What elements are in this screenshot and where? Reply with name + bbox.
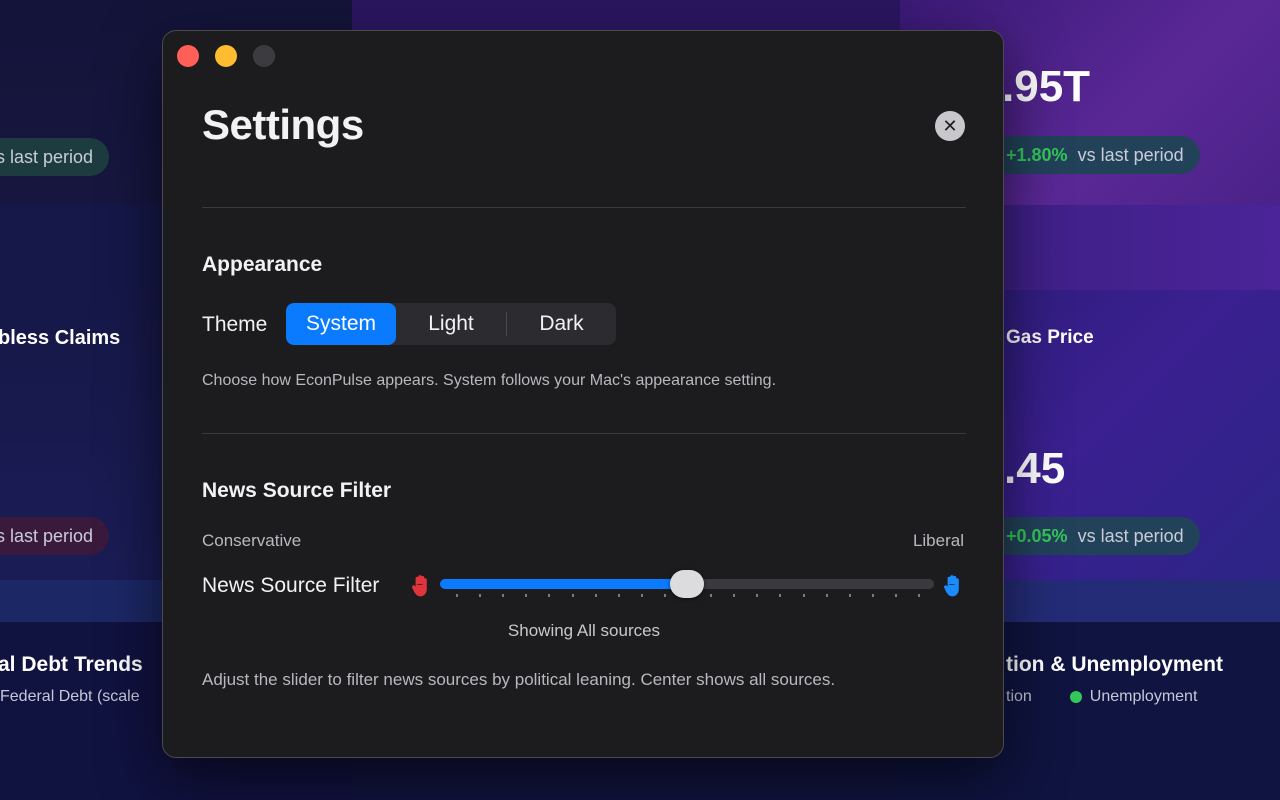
legend-item: tion bbox=[1006, 688, 1032, 705]
metric-value: .95T bbox=[1002, 62, 1091, 111]
change-percent: +1.80% bbox=[1006, 144, 1068, 165]
slider-tick bbox=[571, 594, 574, 597]
card-title: al Debt Trends bbox=[0, 653, 143, 676]
change-pill: +0.05% vs last period bbox=[990, 517, 1200, 555]
divider bbox=[202, 207, 966, 208]
change-pill-text: s last period bbox=[0, 146, 94, 167]
appearance-help-text: Choose how EconPulse appears. System fol… bbox=[202, 372, 777, 389]
legend-dot bbox=[1069, 691, 1082, 703]
window-minimize-button[interactable] bbox=[215, 45, 237, 67]
window-controls bbox=[177, 45, 275, 67]
page-title: Settings bbox=[202, 101, 364, 148]
metric-value: .45 bbox=[1004, 444, 1066, 493]
close-icon: ✕ bbox=[942, 116, 958, 136]
legend-item: Federal Debt (scale bbox=[0, 688, 140, 705]
slider-tick bbox=[502, 594, 505, 597]
slider-tick bbox=[548, 594, 551, 597]
chart-legend: Federal Debt (scale bbox=[0, 688, 140, 706]
close-button[interactable]: ✕ bbox=[935, 111, 965, 141]
card-title: bless Claims bbox=[0, 327, 121, 349]
slider-tick bbox=[825, 594, 828, 597]
slider-tick bbox=[802, 594, 805, 597]
slider-fill bbox=[440, 579, 687, 589]
slider-tick bbox=[848, 594, 851, 597]
slider-tick bbox=[894, 594, 897, 597]
hand-right-icon bbox=[944, 575, 959, 597]
slider-tick bbox=[456, 594, 458, 597]
slider-tick bbox=[733, 594, 736, 597]
slider-tick bbox=[594, 594, 597, 597]
theme-option-system[interactable]: System bbox=[286, 303, 396, 345]
change-pill-text: vs last period bbox=[1077, 144, 1184, 165]
slider-tick bbox=[779, 594, 782, 597]
hand-left-icon bbox=[412, 575, 427, 597]
legend-item: Unemployment bbox=[1089, 688, 1198, 705]
chart-legend: tion Unemployment bbox=[1006, 688, 1197, 706]
window-zoom-button[interactable] bbox=[253, 45, 275, 67]
slider-thumb[interactable] bbox=[670, 570, 704, 598]
slider-tick bbox=[871, 594, 874, 597]
change-pill: s last period bbox=[0, 138, 110, 176]
window-close-button[interactable] bbox=[177, 45, 199, 67]
settings-window: Settings ✕ Appearance Theme System Light… bbox=[162, 30, 1004, 758]
slider-tick bbox=[640, 594, 643, 597]
change-pill: +1.80% vs last period bbox=[990, 136, 1200, 174]
filter-status-text: Showing All sources bbox=[507, 621, 661, 640]
section-title-appearance: Appearance bbox=[202, 253, 323, 276]
slider-tick bbox=[756, 594, 759, 597]
change-percent: +0.05% bbox=[1006, 525, 1068, 546]
filter-status: Showing All sources bbox=[163, 621, 1005, 641]
theme-label: Theme bbox=[202, 313, 268, 336]
card-title: tion & Unemployment bbox=[1006, 653, 1224, 676]
card-title: Gas Price bbox=[1006, 327, 1094, 348]
slider-tick bbox=[479, 594, 482, 597]
theme-segmented-control: System Light Dark bbox=[286, 303, 616, 345]
change-pill: s last period bbox=[0, 517, 110, 555]
slider-tick bbox=[710, 594, 713, 597]
slider-tick bbox=[525, 594, 528, 597]
change-pill-text: vs last period bbox=[1077, 525, 1184, 546]
slider-tick bbox=[918, 594, 920, 597]
theme-option-dark[interactable]: Dark bbox=[507, 303, 616, 345]
theme-option-light[interactable]: Light bbox=[396, 303, 506, 345]
news-filter-label: News Source Filter bbox=[202, 574, 380, 597]
change-pill-text: s last period bbox=[0, 525, 94, 546]
slider-tick bbox=[617, 594, 620, 597]
divider bbox=[202, 433, 966, 434]
news-filter-help-text: Adjust the slider to filter news sources… bbox=[202, 670, 836, 689]
slider-max-label: Liberal bbox=[912, 531, 964, 550]
section-title-news-filter: News Source Filter bbox=[202, 479, 392, 502]
slider-tick bbox=[663, 594, 666, 597]
slider-min-label: Conservative bbox=[202, 531, 302, 550]
